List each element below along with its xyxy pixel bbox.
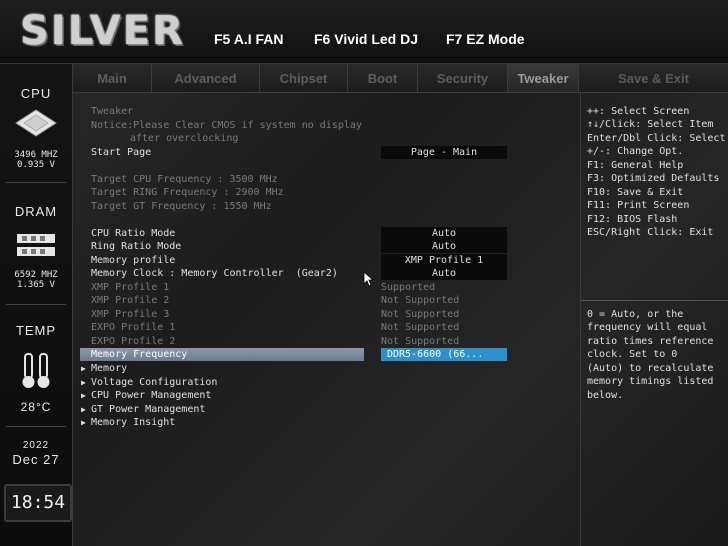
submenu-arrow-icon: ▶ bbox=[81, 378, 86, 387]
tab-main[interactable]: Main bbox=[73, 64, 152, 93]
memory-clock-value[interactable]: Auto bbox=[381, 267, 507, 280]
divider bbox=[6, 426, 66, 427]
expo-profile-2-value: Not Supported bbox=[381, 336, 460, 347]
thermometer-icon bbox=[22, 353, 50, 388]
help-key-line: F3: Optimized Defaults bbox=[587, 173, 720, 184]
tab-tweaker[interactable]: Tweaker bbox=[508, 64, 579, 93]
memory-clock-label: Memory Clock : Memory Controller (Gear2) bbox=[91, 268, 338, 279]
help-key-line: ESC/Right Click: Exit bbox=[587, 227, 714, 238]
tab-boot[interactable]: Boot bbox=[348, 64, 418, 93]
submenu-cpu-power-management[interactable]: CPU Power Management bbox=[91, 390, 211, 401]
target-ring-frequency: Target RING Frequency : 2900 MHz bbox=[91, 187, 284, 198]
clock-frame: 18:54 bbox=[4, 484, 72, 522]
submenu-gt-power-management[interactable]: GT Power Management bbox=[91, 404, 205, 415]
help-text-line: below. bbox=[587, 390, 624, 401]
ring-ratio-mode-label: Ring Ratio Mode bbox=[91, 241, 182, 252]
settings-panel: Tweaker Notice:Please Clear CMOS if syst… bbox=[73, 93, 579, 546]
xmp-profile-3-value: Not Supported bbox=[381, 309, 460, 320]
dram-voltage: 1.365 V bbox=[17, 280, 55, 290]
notice-line-2: after overclocking bbox=[130, 133, 239, 144]
memory-frequency-label[interactable]: Memory Frequency bbox=[91, 349, 187, 360]
notice-line-1: Notice:Please Clear CMOS if system no di… bbox=[91, 120, 362, 131]
xmp-profile-1-value: Supported bbox=[381, 282, 436, 293]
cpu-chip-icon bbox=[15, 109, 57, 137]
xmp-profile-2-label: XMP Profile 2 bbox=[91, 295, 170, 306]
submenu-voltage-configuration[interactable]: Voltage Configuration bbox=[91, 377, 217, 388]
tab-advanced[interactable]: Advanced bbox=[152, 64, 260, 93]
help-key-line: F11: Print Screen bbox=[587, 200, 690, 211]
divider bbox=[6, 304, 66, 305]
tab-save-exit[interactable]: Save & Exit bbox=[579, 64, 728, 93]
target-gt-frequency: Target GT Frequency : 1550 MHz bbox=[91, 201, 272, 212]
start-page-label: Start Page bbox=[91, 147, 152, 158]
ez-mode-hotkey[interactable]: F7 EZ Mode bbox=[446, 31, 525, 47]
dram-module-icon bbox=[17, 234, 55, 256]
memory-profile-label: Memory profile bbox=[91, 255, 176, 266]
help-key-line: Enter/Dbl Click: Select bbox=[587, 133, 726, 144]
mouse-cursor-icon bbox=[363, 271, 373, 287]
help-key-line: ++: Select Screen bbox=[587, 106, 690, 117]
help-key-line: ↑↓/Click: Select Item bbox=[587, 119, 714, 130]
xmp-profile-3-label: XMP Profile 3 bbox=[91, 309, 170, 320]
cpu-title: CPU bbox=[20, 86, 52, 101]
xmp-profile-1-label: XMP Profile 1 bbox=[91, 282, 170, 293]
submenu-arrow-icon: ▶ bbox=[81, 364, 86, 373]
help-text-line: ratio times reference bbox=[587, 336, 714, 347]
help-text-line: clock. Set to 0 bbox=[587, 349, 678, 360]
temp-value: 28°C bbox=[20, 400, 52, 414]
cpu-ratio-mode-label: CPU Ratio Mode bbox=[91, 228, 176, 239]
help-key-line: +/-: Change Opt. bbox=[587, 146, 684, 157]
help-text-line: (Auto) to recalculate bbox=[587, 363, 714, 374]
cpu-frequency: 3496 MHZ bbox=[14, 150, 58, 160]
help-text-line: frequency will equal bbox=[587, 322, 708, 333]
submenu-arrow-icon: ▶ bbox=[81, 391, 86, 400]
tab-chipset[interactable]: Chipset bbox=[260, 64, 348, 93]
submenu-arrow-icon: ▶ bbox=[81, 405, 86, 414]
brand-logo: SILVER bbox=[20, 8, 185, 54]
help-divider bbox=[581, 300, 728, 301]
expo-profile-2-label: EXPO Profile 2 bbox=[91, 336, 176, 347]
system-status-panel: CPU 3496 MHZ 0.935 V DRAM 6592 MHZ 1.365… bbox=[0, 64, 73, 546]
divider bbox=[6, 182, 66, 183]
xmp-profile-2-value: Not Supported bbox=[381, 295, 460, 306]
expo-profile-1-label: EXPO Profile 1 bbox=[91, 322, 176, 333]
submenu-arrow-icon: ▶ bbox=[81, 418, 86, 427]
start-page-value[interactable]: Page - Main bbox=[381, 146, 507, 159]
section-title: Tweaker bbox=[91, 106, 134, 117]
submenu-memory[interactable]: Memory bbox=[91, 363, 127, 374]
help-key-line: F1: General Help bbox=[587, 160, 684, 171]
date-year: 2022 bbox=[22, 440, 50, 451]
help-text-line: 0 = Auto, or the bbox=[587, 309, 684, 320]
date-monthday: Dec 27 bbox=[12, 452, 60, 467]
temp-title: TEMP bbox=[15, 323, 57, 338]
help-panel: ++: Select Screen ↑↓/Click: Select Item … bbox=[580, 93, 728, 546]
led-dj-hotkey[interactable]: F6 Vivid Led DJ bbox=[314, 31, 418, 47]
expo-profile-1-value: Not Supported bbox=[381, 322, 460, 333]
help-key-line: F12: BIOS Flash bbox=[587, 214, 678, 225]
dram-title: DRAM bbox=[14, 204, 58, 219]
clock-display: 18:54 bbox=[10, 492, 66, 513]
ring-ratio-mode-value[interactable]: Auto bbox=[381, 240, 507, 253]
ai-fan-hotkey[interactable]: F5 A.I FAN bbox=[214, 31, 284, 47]
submenu-memory-insight[interactable]: Memory Insight bbox=[91, 417, 175, 428]
help-key-line: F10: Save & Exit bbox=[587, 187, 684, 198]
memory-frequency-value[interactable]: DDR5-6600 (66... bbox=[381, 348, 507, 361]
memory-profile-value[interactable]: XMP Profile 1 bbox=[381, 254, 507, 267]
tab-security[interactable]: Security bbox=[418, 64, 508, 93]
help-text-line: memory timings listed bbox=[587, 376, 714, 387]
dram-frequency: 6592 MHZ bbox=[14, 270, 58, 280]
target-cpu-frequency: Target CPU Frequency : 3500 MHz bbox=[91, 174, 278, 185]
header-bar: SILVER F5 A.I FAN F6 Vivid Led DJ F7 EZ … bbox=[0, 0, 728, 64]
cpu-voltage: 0.935 V bbox=[17, 160, 55, 170]
tab-bar: Main Advanced Chipset Boot Security Twea… bbox=[73, 64, 728, 93]
cpu-ratio-mode-value[interactable]: Auto bbox=[381, 227, 507, 240]
